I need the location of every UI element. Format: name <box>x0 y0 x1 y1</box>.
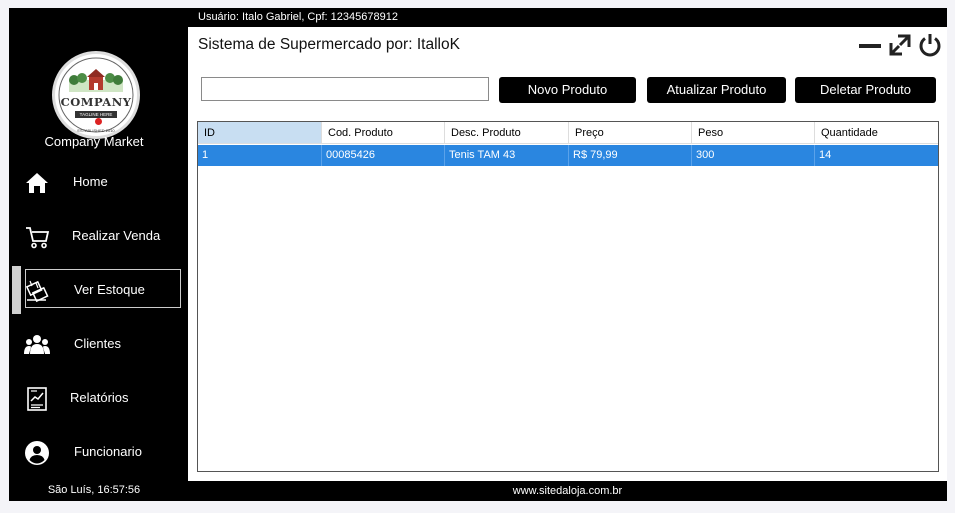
main-panel: Sistema de Supermercado por: ItalloK Nov… <box>188 27 947 481</box>
maximize-icon[interactable] <box>888 33 912 57</box>
minimize-icon[interactable] <box>858 33 882 57</box>
cell-quantidade: 14 <box>819 149 832 161</box>
column-header-preco[interactable]: Preço <box>569 122 692 144</box>
logo-company-text: COMPANY <box>60 95 132 109</box>
company-logo: COMPANY TAGLINE HERE ESTABLISHED 2010 <box>52 51 140 139</box>
logo-tagline: TAGLINE HERE <box>75 111 117 118</box>
novo-produto-button[interactable]: Novo Produto <box>499 77 636 103</box>
cell-preco: R$ 79,99 <box>569 145 692 166</box>
users-icon <box>24 335 50 354</box>
nav-ver-estoque-label: Ver Estoque <box>74 282 145 297</box>
nav-ver-estoque[interactable]: Ver Estoque <box>9 270 188 310</box>
power-icon[interactable] <box>918 33 942 57</box>
nav-funcionario[interactable]: Funcionario <box>9 432 188 472</box>
nav-realizar-venda-label: Realizar Venda <box>72 228 161 243</box>
nav-funcionario-label: Funcionario <box>74 444 142 459</box>
nav-home[interactable]: Home <box>9 162 188 202</box>
cell-id: 1 <box>198 145 322 166</box>
column-header-quantidade[interactable]: Quantidade <box>815 122 938 144</box>
deletar-produto-button[interactable]: Deletar Produto <box>795 77 936 103</box>
column-header-cod-produto[interactable]: Cod. Produto <box>322 122 445 144</box>
search-input[interactable] <box>201 77 489 101</box>
cell-cod-produto: 00085426 <box>322 145 445 166</box>
user-info: Usuário: Italo Gabriel, Cpf: 12345678912 <box>188 8 947 27</box>
atualizar-produto-button[interactable]: Atualizar Produto <box>647 77 786 103</box>
sidebar: COMPANY TAGLINE HERE ESTABLISHED 2010 Co… <box>9 8 188 501</box>
inventory-icon <box>25 280 49 303</box>
nav-clientes[interactable]: Clientes <box>9 324 188 364</box>
page-title: Sistema de Supermercado por: ItalloK <box>198 36 460 53</box>
nav-clientes-label: Clientes <box>74 336 121 351</box>
user-circle-icon <box>25 441 49 465</box>
products-table: ID Cod. Produto Desc. Produto Preço Peso… <box>197 121 939 472</box>
logo-established: ESTABLISHED 2010 <box>77 128 115 133</box>
clock: São Luís, 16:57:56 <box>47 484 141 496</box>
nav-realizar-venda[interactable]: Realizar Venda <box>9 216 188 256</box>
column-header-id[interactable]: ID <box>198 122 322 144</box>
nav-relatorios[interactable]: Relatórios <box>9 378 188 418</box>
home-icon <box>26 173 48 193</box>
column-header-peso[interactable]: Peso <box>692 122 815 144</box>
nav-home-label: Home <box>73 174 108 189</box>
table-row[interactable]: 1 00085426 Tenis TAM 43 R$ 79,99 300 14 <box>198 145 938 166</box>
company-name: Company Market <box>44 134 144 149</box>
nav-relatorios-label: Relatórios <box>70 390 129 405</box>
report-icon <box>27 387 47 411</box>
footer-url: www.sitedaloja.com.br <box>188 481 947 501</box>
cart-icon <box>26 227 50 249</box>
apple-icon <box>95 118 102 125</box>
column-header-desc-produto[interactable]: Desc. Produto <box>445 122 569 144</box>
cell-peso: 300 <box>692 145 815 166</box>
cell-desc-produto: Tenis TAM 43 <box>445 145 569 166</box>
